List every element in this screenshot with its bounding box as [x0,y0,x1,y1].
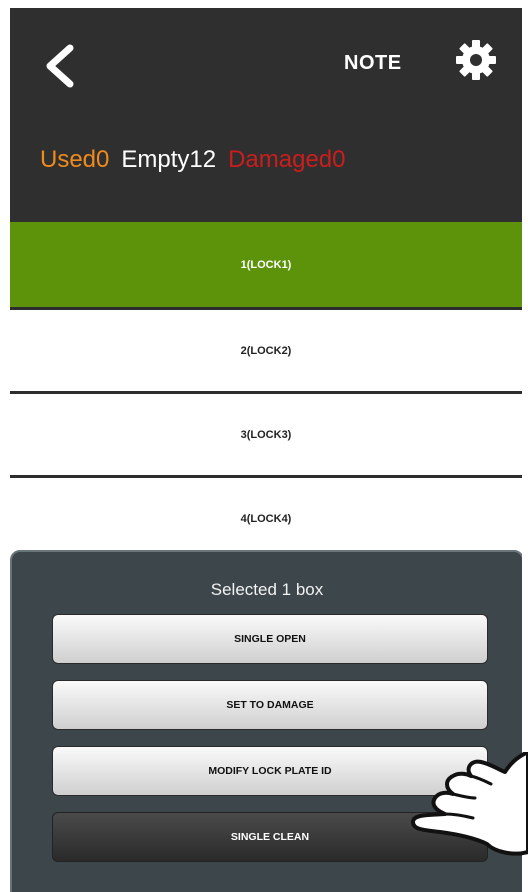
sheet-title: Selected 1 box [210,580,324,599]
used-count: Used0 [40,146,110,173]
chevron-left-icon[interactable] [40,44,80,88]
lock-row-3[interactable]: 3(LOCK3) [10,394,522,478]
modify-lock-plate-id-button[interactable]: MODIFY LOCK PLATE ID [52,746,488,796]
set-to-damage-button[interactable]: SET TO DAMAGE [52,680,488,730]
damaged-count: Damaged0 [228,146,346,173]
lock-row-1[interactable]: 1(LOCK1) [10,222,522,310]
empty-count: Empty12 [121,146,217,173]
lock-row-2[interactable]: 2(LOCK2) [10,310,522,394]
lock-list: 1(LOCK1) 2(LOCK2) 3(LOCK3) 4(LOCK4) [10,222,522,562]
app-frame: NOTE Used0 Empty12 Damaged0 1(LOCK1) 2(L… [10,8,522,892]
single-open-button[interactable]: SINGLE OPEN [52,614,488,664]
action-sheet: Selected 1 box SINGLE OPEN SET TO DAMAGE… [10,550,522,892]
header-bar: NOTE Used0 Empty12 Damaged0 [10,8,522,222]
status-counts: Used0 Empty12 Damaged0 [40,146,346,174]
gear-icon[interactable] [454,38,498,82]
note-button[interactable]: NOTE [344,52,402,75]
single-clean-button[interactable]: SINGLE CLEAN [52,812,488,862]
